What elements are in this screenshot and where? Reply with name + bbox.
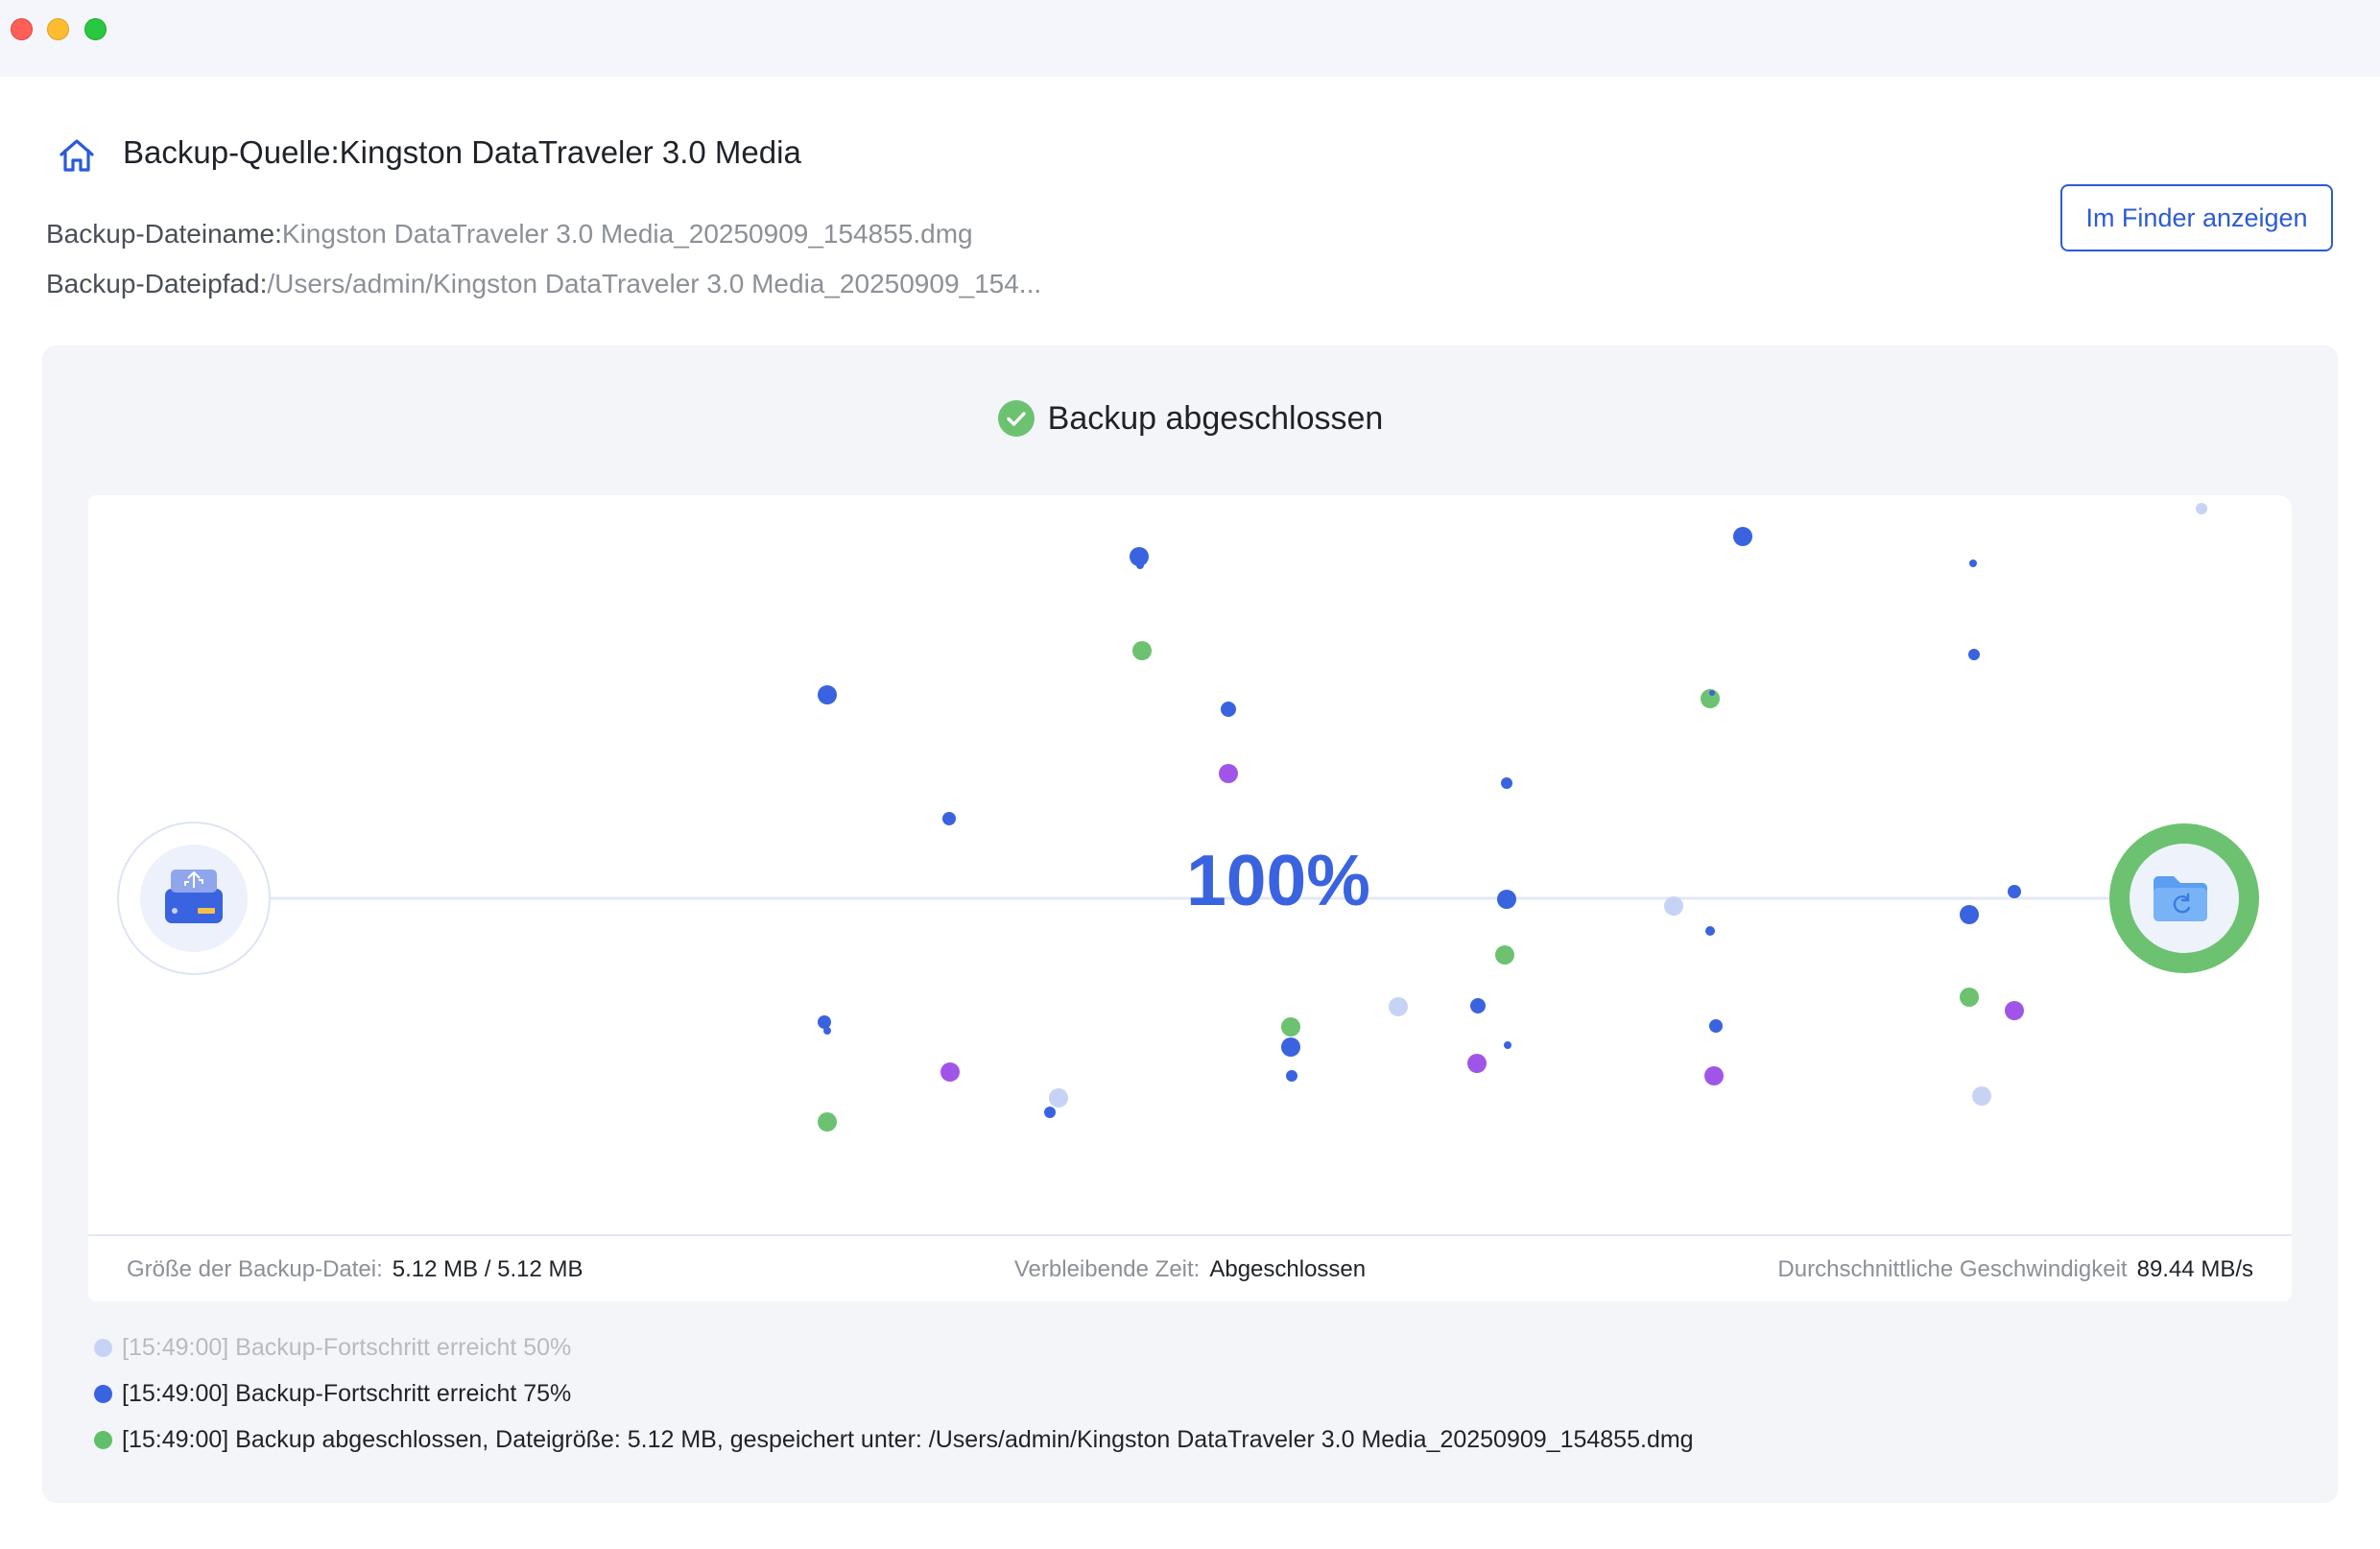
remaining-time-label: Verbleibende Zeit:: [1013, 1256, 1201, 1282]
particle: [1136, 561, 1144, 569]
status-text: Backup abgeschlossen: [1047, 399, 1384, 437]
particle: [1132, 641, 1152, 660]
particle: [1960, 905, 1979, 924]
close-window-button[interactable]: [11, 18, 33, 40]
particle: [1501, 777, 1512, 789]
log-dot-icon: [94, 1339, 112, 1357]
average-speed-label: Durchschnittliche Geschwindigkeit: [1777, 1256, 2128, 1282]
transfer-visualization: 100%: [88, 495, 2292, 1234]
average-speed-stat: Durchschnittliche Geschwindigkeit 89.44 M…: [1777, 1256, 2253, 1283]
particle: [940, 1062, 960, 1082]
particle: [1470, 998, 1486, 1013]
backup-source-title: Backup-Quelle:Kingston DataTraveler 3.0 …: [123, 134, 801, 170]
particle: [1968, 649, 1980, 660]
particle: [823, 1027, 831, 1035]
particle: [1969, 560, 1977, 567]
log-entry: [15:49:00] Backup abgeschlossen, Dateigr…: [94, 1426, 1694, 1454]
particle: [1049, 1088, 1068, 1108]
particle: [1044, 1107, 1056, 1118]
folder-sync-icon: [2109, 823, 2259, 973]
usb-drive-icon: [117, 822, 271, 975]
particle: [1281, 1017, 1300, 1037]
home-icon[interactable]: [57, 136, 97, 175]
log-text: [15:49:00] Backup-Fortschritt erreicht 5…: [122, 1334, 572, 1361]
stats-bar: Größe der Backup-Datei: 5.12 MB / 5.12 MB…: [88, 1234, 2292, 1301]
log-dot-icon: [94, 1385, 112, 1403]
status-row: Backup abgeschlossen: [42, 397, 2338, 440]
particle: [942, 812, 956, 825]
check-circle-icon: [997, 400, 1035, 437]
backup-path-row: Backup-Dateipfad:/Users/admin/Kingston D…: [46, 269, 1041, 299]
average-speed-value: 89.44 MB/s: [2136, 1256, 2253, 1282]
particle: [818, 1112, 837, 1132]
progress-percent: 100%: [1186, 840, 1370, 920]
title-bar: [0, 0, 2380, 77]
particle: [1219, 764, 1238, 783]
show-in-finder-button[interactable]: Im Finder anzeigen: [2060, 184, 2333, 251]
particle: [1972, 1086, 1991, 1106]
particle: [1709, 1019, 1723, 1033]
log-entry: [15:49:00] Backup-Fortschritt erreicht 5…: [94, 1334, 571, 1362]
particle: [1389, 997, 1408, 1016]
particle: [2196, 503, 2207, 514]
particle: [1960, 988, 1979, 1007]
backup-filename-label: Backup-Dateiname:: [46, 219, 282, 249]
particle: [1286, 1070, 1297, 1082]
particles-layer: [818, 503, 2207, 1132]
backup-filename-value: Kingston DataTraveler 3.0 Media_20250909…: [281, 219, 973, 249]
backup-path-value: /Users/admin/Kingston DataTraveler 3.0 M…: [267, 269, 1042, 298]
particle: [1504, 1041, 1511, 1049]
particle: [1281, 1037, 1300, 1057]
zoom-window-button[interactable]: [84, 18, 107, 40]
particle: [2008, 885, 2021, 898]
particle: [1664, 896, 1683, 916]
backup-filename-row: Backup-Dateiname:Kingston DataTraveler 3…: [46, 219, 973, 250]
log-text: [15:49:00] Backup-Fortschritt erreicht 7…: [122, 1380, 572, 1407]
particle: [2005, 1001, 2024, 1020]
particle: [1704, 1066, 1724, 1085]
log-dot-icon: [94, 1431, 112, 1449]
particle: [1467, 1054, 1487, 1073]
log-entry: [15:49:00] Backup-Fortschritt erreicht 7…: [94, 1380, 571, 1408]
minimize-window-button[interactable]: [47, 18, 69, 40]
log-text: [15:49:00] Backup abgeschlossen, Dateigr…: [122, 1426, 1694, 1453]
particle: [818, 1015, 831, 1029]
particle: [1709, 690, 1715, 696]
backup-progress-panel: Backup abgeschlossen 100% Größe der Back…: [42, 346, 2338, 1503]
particle: [1733, 527, 1752, 546]
particle: [1221, 702, 1236, 717]
particle: [818, 685, 837, 704]
particle: [1497, 890, 1516, 909]
backup-path-label: Backup-Dateipfad:: [46, 269, 268, 298]
particle: [1705, 926, 1715, 936]
particle: [1495, 945, 1514, 965]
remaining-time-value: Abgeschlossen: [1209, 1256, 1367, 1282]
